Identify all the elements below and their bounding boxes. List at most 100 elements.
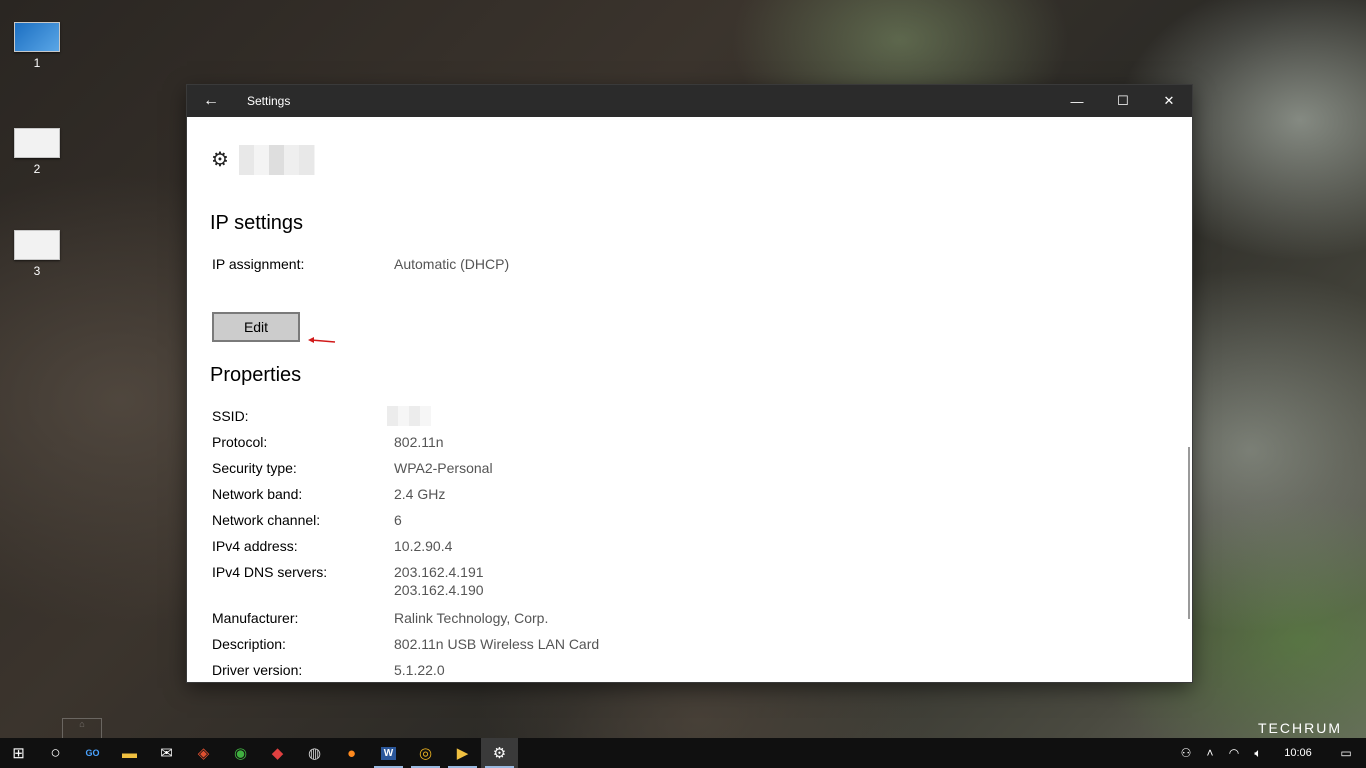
- property-row-ssid: SSID:: [212, 406, 431, 426]
- scrollbar[interactable]: [1188, 447, 1190, 619]
- gear-icon: ⚙: [211, 149, 229, 171]
- clock[interactable]: 10:06: [1270, 747, 1326, 759]
- desktop-thumb-icon: [14, 22, 60, 52]
- app-4-icon: ◍: [307, 745, 322, 762]
- taskbar-app-3[interactable]: ◆: [259, 738, 296, 768]
- minimize-button[interactable]: —: [1054, 85, 1100, 117]
- desktop-icon-3[interactable]: 3: [12, 230, 62, 278]
- red-arrow-annotation-icon: [308, 337, 336, 343]
- property-label: SSID:: [212, 408, 249, 424]
- taskbar-chrome[interactable]: ◎: [407, 738, 444, 768]
- title-bar: ← Settings — ☐ ✕: [187, 85, 1192, 117]
- techrum-watermark: TECHRUM: [1258, 720, 1342, 736]
- app-1-icon: ◈: [197, 745, 210, 762]
- property-value: 6: [394, 512, 402, 528]
- desktop-icon-label: 2: [33, 162, 41, 176]
- ip-assignment-value: Automatic (DHCP): [394, 256, 510, 272]
- taskbar-file-explorer[interactable]: ▬: [111, 738, 148, 768]
- property-label: Network band:: [212, 486, 303, 502]
- cortana-button[interactable]: ○: [37, 738, 74, 768]
- windows-logo-icon: ⊞: [12, 745, 25, 762]
- property-value: 2.4 GHz: [394, 486, 446, 502]
- start-button[interactable]: ⊞: [0, 738, 37, 768]
- close-icon: ✕: [1163, 93, 1175, 108]
- chevron-up-icon[interactable]: ˄: [1198, 746, 1222, 760]
- property-label: IPv4 DNS servers:: [212, 564, 328, 580]
- arrow-left-icon: ←: [203, 92, 219, 109]
- property-row-ipv4-dns: IPv4 DNS servers: 203.162.4.191 203.162.…: [212, 564, 484, 598]
- dns-server-1: 203.162.4.191: [394, 564, 484, 580]
- property-row-manufacturer: Manufacturer: Ralink Technology, Corp.: [212, 610, 548, 626]
- desktop-thumb-icon: [14, 230, 60, 260]
- taskbar-mail[interactable]: ✉: [148, 738, 185, 768]
- ip-settings-title: IP settings: [210, 212, 304, 234]
- maximize-button[interactable]: ☐: [1100, 85, 1146, 117]
- property-value: 5.1.22.0: [394, 662, 445, 678]
- taskbar-settings[interactable]: ⚙: [481, 738, 518, 768]
- desktop-icon-1[interactable]: 1: [12, 22, 62, 70]
- chrome-icon: ◎: [418, 745, 433, 762]
- word-icon: W: [380, 746, 397, 760]
- property-label: Description:: [212, 636, 286, 652]
- taskbar-app-4[interactable]: ◍: [296, 738, 333, 768]
- settings-window: ← Settings — ☐ ✕ ⚙ IP settings IP assign…: [187, 85, 1192, 682]
- ip-assignment-row: IP assignment: Automatic (DHCP): [212, 256, 509, 272]
- property-label: Manufacturer:: [212, 610, 299, 626]
- dns-server-2: 203.162.4.190: [394, 582, 484, 598]
- property-row-description: Description: 802.11n USB Wireless LAN Ca…: [212, 636, 599, 652]
- window-controls: — ☐ ✕: [1054, 85, 1192, 117]
- desktop-thumb-icon: [14, 128, 60, 158]
- wifi-icon[interactable]: ◠: [1222, 746, 1246, 760]
- action-center-icon[interactable]: ▭: [1326, 746, 1366, 760]
- property-value: 10.2.90.4: [394, 538, 453, 554]
- taskbar-firefox[interactable]: ●: [333, 738, 370, 768]
- edit-button[interactable]: Edit: [212, 312, 300, 342]
- folder-icon: ▬: [122, 744, 137, 762]
- property-label: Driver version:: [212, 662, 303, 678]
- gotv-watermark-icon: ⌂: [62, 718, 102, 740]
- maximize-icon: ☐: [1117, 93, 1129, 108]
- media-player-icon: ▶: [456, 745, 469, 762]
- window-title: Settings: [247, 94, 291, 108]
- property-label: Protocol:: [212, 434, 268, 450]
- close-button[interactable]: ✕: [1146, 85, 1192, 117]
- property-value: WPA2-Personal: [394, 460, 493, 476]
- property-row-driver-version: Driver version: 5.1.22.0: [212, 662, 445, 678]
- people-icon[interactable]: ⚇: [1174, 746, 1198, 760]
- property-value: Ralink Technology, Corp.: [394, 610, 549, 626]
- ssid-value-redacted: [387, 406, 431, 426]
- property-row-protocol: Protocol: 802.11n: [212, 434, 444, 450]
- taskbar-gotv[interactable]: GO: [74, 738, 111, 768]
- mail-icon: ✉: [160, 745, 173, 762]
- taskbar: ⊞ ○ GO ▬ ✉ ◈ ◉ ◆ ◍ ● W ◎ ▶ ⚙ ⚇ ˄ ◠ 🔈︎ 10…: [0, 738, 1366, 768]
- property-value: 802.11n USB Wireless LAN Card: [394, 636, 600, 652]
- property-label: Security type:: [212, 460, 297, 476]
- desktop-icon-2[interactable]: 2: [12, 128, 62, 176]
- network-name-redacted: [238, 145, 315, 175]
- property-row-security-type: Security type: WPA2-Personal: [212, 460, 493, 476]
- desktop-icon-label: 3: [33, 264, 41, 278]
- volume-icon[interactable]: 🔈︎: [1246, 746, 1270, 761]
- app-2-icon: ◉: [233, 745, 248, 762]
- minimize-icon: —: [1070, 93, 1084, 109]
- settings-gear-icon: ⚙: [492, 745, 507, 762]
- cortana-circle-icon: ○: [50, 743, 61, 762]
- taskbar-word[interactable]: W: [370, 738, 407, 768]
- property-row-network-channel: Network channel: 6: [212, 512, 402, 528]
- property-label: IPv4 address:: [212, 538, 298, 554]
- page-header: ⚙: [211, 145, 315, 175]
- back-button[interactable]: ←: [187, 85, 235, 117]
- firefox-icon: ●: [346, 744, 357, 762]
- taskbar-media-player[interactable]: ▶: [444, 738, 481, 768]
- properties-title: Properties: [210, 364, 302, 386]
- property-row-network-band: Network band: 2.4 GHz: [212, 486, 445, 502]
- taskbar-app-2[interactable]: ◉: [222, 738, 259, 768]
- property-value-multi: 203.162.4.191 203.162.4.190: [394, 564, 484, 598]
- property-row-ipv4-address: IPv4 address: 10.2.90.4: [212, 538, 452, 554]
- app-3-icon: ◆: [271, 745, 284, 762]
- taskbar-app-1[interactable]: ◈: [185, 738, 222, 768]
- system-tray: ⚇ ˄ ◠ 🔈︎ 10:06 ▭: [1174, 738, 1366, 768]
- ip-assignment-label: IP assignment:: [212, 256, 305, 272]
- property-label: Network channel:: [212, 512, 321, 528]
- property-value: 802.11n: [394, 434, 444, 450]
